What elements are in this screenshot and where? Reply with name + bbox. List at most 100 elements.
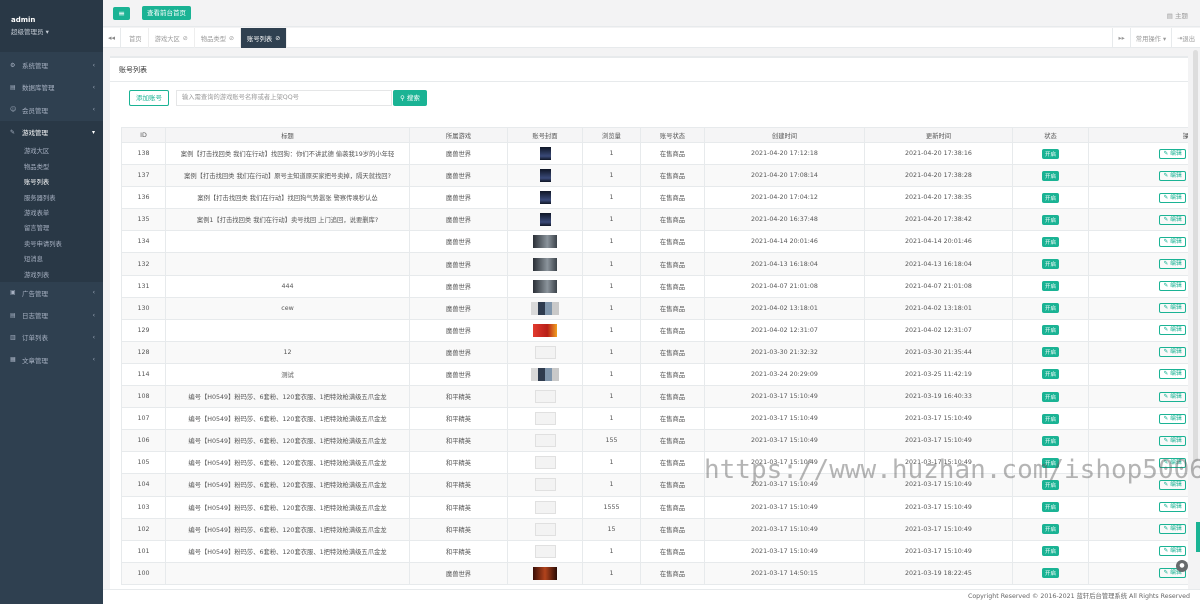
submenu-item[interactable]: 账号列表: [0, 174, 103, 189]
edit-button[interactable]: ✎ 编辑: [1159, 413, 1186, 424]
tab-item[interactable]: 物品类型 ⊘: [195, 28, 242, 48]
cell-account-status: 在售商品: [640, 473, 705, 497]
edit-button[interactable]: ✎ 编辑: [1159, 369, 1186, 380]
search-button[interactable]: ⚲ 搜索: [393, 90, 427, 106]
account-cover-image: [533, 566, 557, 580]
edit-button[interactable]: ✎ 编辑: [1159, 347, 1186, 358]
status-badge[interactable]: 开启: [1041, 347, 1059, 358]
chat-button[interactable]: ●: [1176, 560, 1188, 572]
cell-updated: 2021-04-02 12:31:07: [864, 318, 1013, 342]
edit-button[interactable]: ✎ 编辑: [1159, 502, 1186, 513]
submenu-item[interactable]: 短消息: [0, 251, 103, 266]
scrollbar[interactable]: [1193, 50, 1198, 462]
status-badge[interactable]: 开启: [1041, 148, 1059, 159]
edit-button[interactable]: ✎ 编辑: [1159, 435, 1186, 446]
cell-account-status: 在售商品: [640, 451, 705, 475]
submenu-item[interactable]: 游戏表单: [0, 205, 103, 220]
edit-button[interactable]: ✎ 编辑: [1159, 524, 1186, 535]
cell-title: 444: [165, 274, 410, 298]
tabs-prev-button[interactable]: ◂◂: [103, 28, 121, 48]
tabs-next-button[interactable]: ▸▸: [1112, 28, 1129, 48]
user-role[interactable]: 超级管理员 ▾: [11, 26, 103, 36]
cell-created: 2021-04-14 20:01:46: [704, 230, 865, 254]
submenu-item[interactable]: 留言管理: [0, 220, 103, 235]
status-badge[interactable]: 开启: [1041, 259, 1059, 270]
edit-button[interactable]: ✎ 编辑: [1159, 281, 1186, 292]
tab-item[interactable]: 账号列表 ⊘: [241, 28, 288, 48]
submenu-item[interactable]: 卖号申请列表: [0, 236, 103, 251]
edit-button[interactable]: ✎ 编辑: [1159, 546, 1186, 557]
submenu-item[interactable]: 游戏大区: [0, 143, 103, 158]
chat-icon: ●: [1179, 562, 1185, 569]
edit-button[interactable]: ✎ 编辑: [1159, 303, 1186, 314]
sidebar-item[interactable]: ▣ 广告管理 ‹: [0, 282, 103, 304]
edit-button[interactable]: ✎ 编辑: [1159, 148, 1186, 159]
status-badge[interactable]: 开启: [1041, 391, 1059, 402]
status-badge[interactable]: 开启: [1041, 192, 1059, 203]
sidebar-item[interactable]: ▦ 文章管理 ‹: [0, 349, 103, 371]
submenu-item[interactable]: 物品类型: [0, 159, 103, 174]
status-badge[interactable]: 开启: [1041, 524, 1059, 535]
logout-button[interactable]: ⇥ 退出: [1171, 28, 1200, 48]
add-account-button[interactable]: 添加账号: [129, 90, 169, 106]
tab-item[interactable]: 首页: [123, 28, 149, 48]
sidebar-item[interactable]: ▤ 日志管理 ‹: [0, 304, 103, 326]
user-profile[interactable]: admin 超级管理员 ▾: [0, 0, 103, 52]
theme-button[interactable]: ▤ 主题: [1167, 10, 1188, 20]
cell-updated: 2021-03-19 18:22:45: [864, 561, 1013, 585]
submenu-item[interactable]: 服务器列表: [0, 189, 103, 204]
status-badge[interactable]: 开启: [1041, 369, 1059, 380]
table-header-row: ID标题所属游戏账号封面浏览量账号状态创建时间更新时间状态操作: [121, 127, 1188, 143]
edit-button[interactable]: ✎ 编辑: [1159, 236, 1186, 247]
cell-game: 和平精英: [409, 385, 508, 409]
status-badge[interactable]: 开启: [1041, 236, 1059, 247]
close-tab-icon[interactable]: ⊘: [275, 35, 280, 42]
status-badge[interactable]: 开启: [1041, 568, 1059, 579]
menu-toggle-button[interactable]: ≡: [113, 7, 130, 20]
column-header: ID: [121, 127, 166, 143]
sidebar-item[interactable]: ▥ 订单列表 ‹: [0, 326, 103, 348]
edit-label: 编辑: [1170, 261, 1182, 268]
sidebar-item[interactable]: ☺ 会员管理 ‹: [0, 99, 103, 121]
cell-state: 开启: [1012, 385, 1089, 409]
edit-button[interactable]: ✎ 编辑: [1159, 192, 1186, 203]
status-badge[interactable]: 开启: [1041, 413, 1059, 424]
cell-updated: 2021-04-20 17:38:42: [864, 208, 1013, 232]
close-tab-icon[interactable]: ⊘: [183, 35, 188, 42]
sidebar-item[interactable]: ⚙ 系统管理 ‹: [0, 54, 103, 76]
status-badge[interactable]: 开启: [1041, 170, 1059, 181]
cell-cover: [507, 318, 583, 342]
edit-button[interactable]: ✎ 编辑: [1159, 259, 1186, 270]
tab-item[interactable]: 游戏大区 ⊘: [149, 28, 195, 48]
cell-id: 106: [121, 429, 166, 453]
cell-actions: ✎ 编辑🗑 删除: [1088, 561, 1188, 585]
edit-button[interactable]: ✎ 编辑: [1159, 214, 1186, 225]
status-badge[interactable]: 开启: [1041, 214, 1059, 225]
edit-button[interactable]: ✎ 编辑: [1159, 170, 1186, 181]
status-badge[interactable]: 开启: [1041, 303, 1059, 314]
cell-id: 102: [121, 517, 166, 541]
edit-button[interactable]: ✎ 编辑: [1159, 391, 1186, 402]
cell-created: 2021-03-17 15:10:49: [704, 517, 865, 541]
menu-icon: ▣: [10, 289, 16, 297]
cell-views: 1: [582, 407, 641, 431]
side-float-tab[interactable]: [1196, 522, 1200, 552]
cell-actions: ✎ 编辑🗑 删除: [1088, 318, 1188, 342]
cell-cover: [507, 385, 583, 409]
cell-state: 开启: [1012, 252, 1089, 276]
page-tabs: 首页 游戏大区 ⊘ 物品类型 ⊘ 账号列表 ⊘: [123, 28, 288, 48]
status-badge[interactable]: 开启: [1041, 546, 1059, 557]
status-badge[interactable]: 开启: [1041, 325, 1059, 336]
search-input[interactable]: 输入需查询的游戏账号名称或者上架QQ号: [176, 90, 392, 106]
status-badge[interactable]: 开启: [1041, 435, 1059, 446]
status-badge[interactable]: 开启: [1041, 502, 1059, 513]
submenu-item[interactable]: 游戏列表: [0, 266, 103, 281]
sidebar-item[interactable]: ▤ 数据库管理 ‹: [0, 76, 103, 98]
close-tab-icon[interactable]: ⊘: [229, 35, 234, 42]
view-frontend-button[interactable]: 查看前台首页: [142, 6, 191, 20]
edit-button[interactable]: ✎ 编辑: [1159, 325, 1186, 336]
common-ops-dropdown[interactable]: 常用操作 ▾: [1129, 28, 1171, 48]
column-header: 更新时间: [864, 127, 1013, 143]
status-badge[interactable]: 开启: [1041, 281, 1059, 292]
sidebar-item[interactable]: ✎ 游戏管理 ▾: [0, 120, 103, 144]
